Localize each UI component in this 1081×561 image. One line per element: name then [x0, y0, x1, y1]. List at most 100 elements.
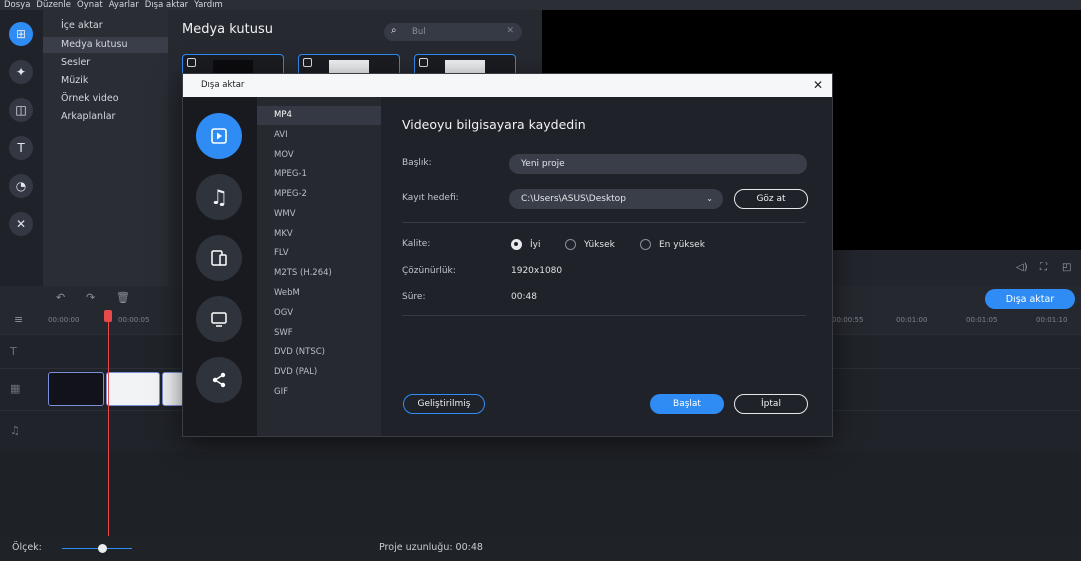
format-dvd-ntsc[interactable]: DVD (NTSC) — [257, 343, 381, 362]
playhead-handle[interactable] — [104, 310, 112, 322]
start-button[interactable]: Başlat — [650, 394, 724, 414]
menu-edit[interactable]: Düzenle — [36, 0, 71, 10]
timecode-label: 00:01:05 — [966, 316, 998, 324]
dialog-title: Dışa aktar — [201, 80, 245, 90]
image-type-icon — [303, 58, 312, 67]
undo-icon[interactable]: ↶ — [56, 291, 65, 304]
title-label: Başlık: — [402, 158, 432, 168]
duration-label: Süre: — [402, 292, 426, 302]
radio-icon — [640, 239, 651, 250]
title-field[interactable]: Yeni proje — [509, 154, 807, 174]
video-clip[interactable] — [48, 372, 104, 406]
quality-option-high[interactable]: Yüksek — [565, 239, 615, 250]
status-bar — [0, 536, 1081, 561]
tools-icon[interactable]: ✕ — [9, 212, 33, 236]
radio-icon — [565, 239, 576, 250]
save-video-icon[interactable] — [196, 113, 242, 159]
stickers-icon[interactable]: ◔ — [9, 174, 33, 198]
share-icon[interactable] — [196, 357, 242, 403]
format-ogv[interactable]: OGV — [257, 304, 381, 323]
format-m2ts[interactable]: M2TS (H.264) — [257, 264, 381, 283]
search-input[interactable]: ⌕ Bul ✕ — [384, 23, 522, 41]
delete-icon[interactable]: 🗑 — [116, 291, 130, 304]
format-swf[interactable]: SWF — [257, 324, 381, 343]
media-category-list: İçe aktar Medya kutusu Sesler Müzik Örne… — [43, 10, 168, 286]
video-clip[interactable] — [162, 372, 184, 406]
timecode-label: 00:01:00 — [896, 316, 928, 324]
divider — [402, 222, 806, 223]
export-settings: Videoyu bilgisayara kaydedin Başlık: Yen… — [381, 97, 832, 436]
export-button[interactable]: Dışa aktar — [985, 289, 1075, 309]
clear-icon[interactable]: ✕ — [506, 26, 514, 36]
format-mpeg2[interactable]: MPEG-2 — [257, 185, 381, 204]
cancel-button[interactable]: İptal — [734, 394, 808, 414]
duration-value: 00:48 — [511, 292, 537, 302]
import-tool-icon[interactable]: ⊞ — [9, 22, 33, 46]
menu-help[interactable]: Yardım — [194, 0, 223, 10]
devices-icon[interactable] — [196, 235, 242, 281]
format-webm[interactable]: WebM — [257, 284, 381, 303]
menu-play[interactable]: Oynat — [77, 0, 103, 10]
quality-option-label: İyi — [530, 239, 541, 250]
image-type-icon — [419, 58, 428, 67]
format-mpeg1[interactable]: MPEG-1 — [257, 165, 381, 184]
quality-option-good[interactable]: İyi — [511, 239, 540, 250]
zoom-slider-handle[interactable] — [98, 544, 107, 553]
player-controls: ◁) ⛶ ◰ — [830, 250, 1081, 286]
audio-icon[interactable]: ♫ — [196, 174, 242, 220]
music-track-icon: ♫ — [10, 424, 20, 437]
timecode-label: 00:00:05 — [118, 316, 150, 324]
advanced-button[interactable]: Geliştirilmiş — [403, 394, 485, 414]
title-track-icon: T — [10, 345, 17, 358]
tool-rail: ⊞ ✦ ◫ T ◔ ✕ — [0, 10, 43, 286]
format-mov[interactable]: MOV — [257, 146, 381, 165]
format-list: MP4 AVI MOV MPEG-1 MPEG-2 WMV MKV FLV M2… — [257, 97, 381, 436]
category-import[interactable]: İçe aktar — [43, 18, 168, 34]
format-mp4[interactable]: MP4 — [257, 106, 381, 125]
zoom-slider[interactable] — [62, 548, 132, 549]
category-sample-video[interactable]: Örnek video — [43, 91, 168, 107]
category-music[interactable]: Müzik — [43, 73, 168, 89]
category-sounds[interactable]: Sesler — [43, 55, 168, 71]
titles-icon[interactable]: T — [9, 136, 33, 160]
browse-button[interactable]: Göz at — [734, 189, 808, 209]
timecode-label: 00:01:10 — [1036, 316, 1068, 324]
format-dvd-pal[interactable]: DVD (PAL) — [257, 363, 381, 382]
radio-selected-icon — [511, 239, 522, 250]
tv-icon[interactable] — [196, 296, 242, 342]
playhead[interactable] — [108, 314, 109, 536]
menu-file[interactable]: Dosya — [4, 0, 30, 10]
fullscreen-icon[interactable]: ⛶ — [1040, 262, 1047, 273]
volume-icon[interactable]: ◁) — [1016, 262, 1028, 273]
format-mkv[interactable]: MKV — [257, 225, 381, 244]
quality-option-highest[interactable]: En yüksek — [640, 239, 705, 250]
transitions-icon[interactable]: ◫ — [9, 98, 33, 122]
project-length: Proje uzunluğu: 00:48 — [379, 542, 483, 553]
search-icon: ⌕ — [391, 25, 397, 36]
menu-bar: Dosya Düzenle Oynat Ayarlar Dışa aktar Y… — [0, 0, 1081, 10]
image-type-icon — [187, 58, 196, 67]
format-wmv[interactable]: WMV — [257, 205, 381, 224]
add-track-icon[interactable]: ≡ — [14, 313, 23, 326]
format-avi[interactable]: AVI — [257, 126, 381, 145]
video-clip[interactable] — [106, 372, 160, 406]
menu-settings[interactable]: Ayarlar — [109, 0, 139, 10]
quality-option-label: En yüksek — [659, 239, 705, 250]
menu-export[interactable]: Dışa aktar — [145, 0, 188, 10]
magic-wand-icon[interactable]: ✦ — [9, 60, 33, 84]
category-backgrounds[interactable]: Arkaplanlar — [43, 109, 168, 125]
timecode-label: 00:00:00 — [48, 316, 80, 324]
media-panel-title: Medya kutusu — [182, 22, 273, 37]
timecode-label: 00:00:55 — [832, 316, 864, 324]
divider — [402, 315, 806, 316]
category-media-box[interactable]: Medya kutusu — [43, 37, 168, 53]
resolution-value: 1920x1080 — [511, 266, 563, 276]
redo-icon[interactable]: ↷ — [86, 291, 95, 304]
format-gif[interactable]: GIF — [257, 383, 381, 402]
quality-label: Kalite: — [402, 239, 431, 249]
detach-icon[interactable]: ◰ — [1062, 262, 1071, 273]
destination-select[interactable]: C:\Users\ASUS\Desktop ⌄ — [509, 189, 723, 209]
format-flv[interactable]: FLV — [257, 244, 381, 263]
close-icon[interactable]: ✕ — [813, 78, 823, 92]
chevron-down-icon: ⌄ — [706, 194, 713, 203]
